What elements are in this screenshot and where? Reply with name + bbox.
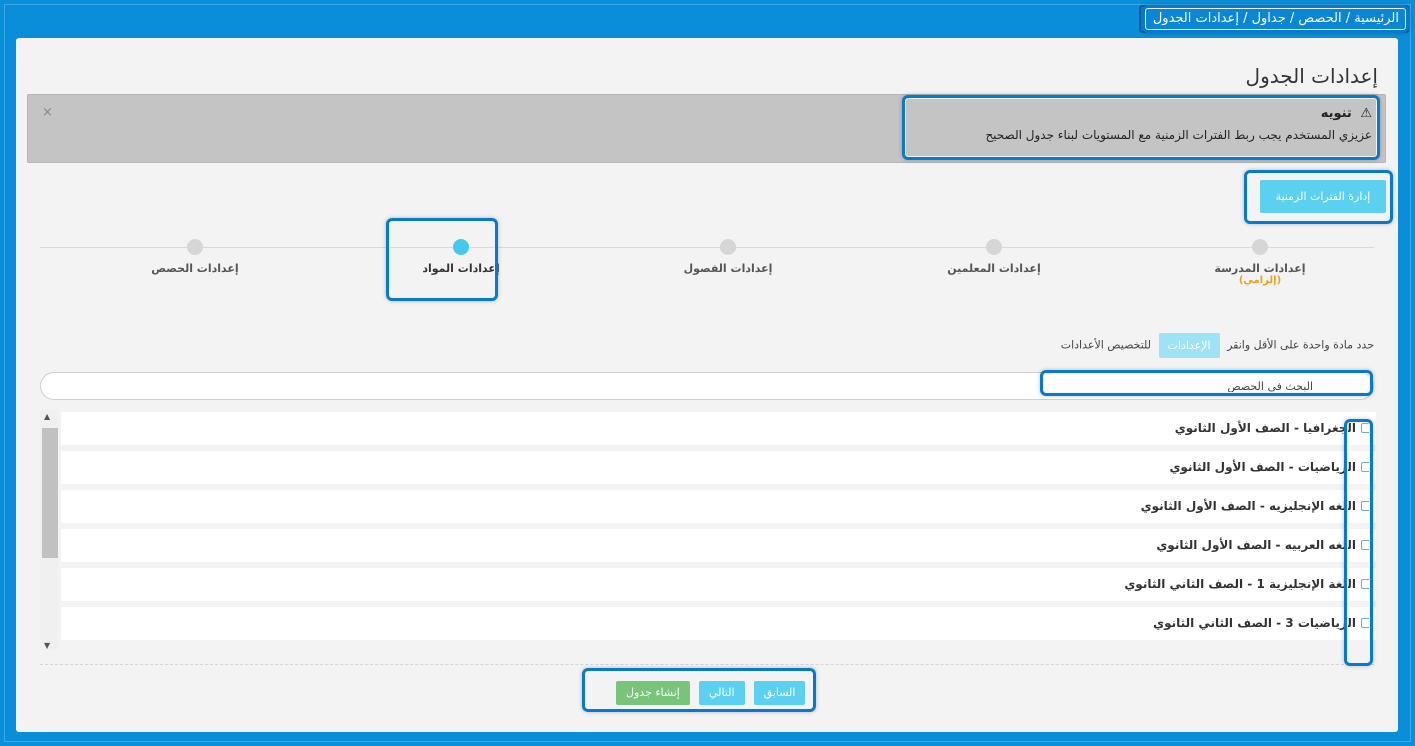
hint-after: للتخصيص الأعدادات [1060, 338, 1152, 352]
scrollbar[interactable]: ▲ ▼ [40, 410, 58, 650]
step-dot [1252, 239, 1268, 255]
subject-label: الجغرافيا - الصف الأول الثانوي [1174, 421, 1356, 435]
list-item[interactable]: اللغه الإنجليزيه - الصف الأول الثانوي [61, 490, 1376, 523]
instruction-hint: حدد مادة واحدة على الأقل وانقر الإعدادات… [1061, 333, 1374, 358]
highlight-wizard-buttons [582, 668, 816, 712]
subject-label: اللغه الإنجليزيه - الصف الأول الثانوي [1140, 499, 1356, 513]
list-item[interactable]: الجغرافيا - الصف الأول الثانوي [61, 412, 1376, 445]
hint-before: حدد مادة واحدة على الأقل وانقر [1227, 338, 1374, 352]
highlight-checkboxes [1344, 419, 1373, 666]
close-icon[interactable]: × [42, 105, 53, 120]
step-dot [187, 239, 203, 255]
highlight-alert [902, 95, 1380, 160]
step-teachers-settings[interactable]: إعدادات المعلمين [914, 239, 1074, 275]
arrow-down-icon[interactable]: ▼ [44, 641, 50, 650]
highlight-periods-button [1244, 170, 1393, 224]
settings-button[interactable]: الإعدادات [1158, 333, 1220, 358]
highlight-search [1040, 370, 1373, 396]
highlight-subjects-step [386, 218, 498, 301]
step-label: إعدادات المعلمين [947, 262, 1041, 275]
step-label: إعدادات المدرسة [1214, 262, 1306, 275]
step-label: إعدادات الفصول [683, 262, 773, 275]
subject-label: الرياضيات 3 - الصف الثاني الثانوي [1153, 616, 1356, 630]
highlight-breadcrumb [1142, 5, 1409, 33]
page-title: إعدادات الجدول [1245, 64, 1378, 88]
subject-label: اللغة الإنجليزية 1 - الصف الثاني الثانوي [1124, 577, 1356, 591]
arrow-up-icon[interactable]: ▲ [44, 412, 50, 421]
step-periods-settings[interactable]: إعدادات الحصص [115, 239, 275, 275]
list-item[interactable]: اللغة الإنجليزية 1 - الصف الثاني الثانوي [61, 568, 1376, 601]
subject-label: اللغه العربيه - الصف الأول الثانوي [1156, 538, 1356, 552]
list-item[interactable]: اللغه العربيه - الصف الأول الثانوي [61, 529, 1376, 562]
step-classes-settings[interactable]: إعدادات الفصول [648, 239, 808, 275]
scrollbar-thumb[interactable] [42, 428, 58, 558]
bottom-divider [40, 664, 1374, 665]
step-required-note: (إلزامي) [1238, 275, 1282, 286]
subjects-list: ▲ ▼ الجغرافيا - الصف الأول الثانوي الريا… [40, 410, 1376, 656]
step-label: إعدادات الحصص [151, 262, 239, 275]
step-school-settings[interactable]: إعدادات المدرسة (إلزامي) [1180, 239, 1340, 286]
list-item[interactable]: الرياضيات 3 - الصف الثاني الثانوي [61, 607, 1376, 640]
step-dot [986, 239, 1002, 255]
list-item[interactable]: الرياضيات - الصف الأول الثانوي [61, 451, 1376, 484]
subject-label: الرياضيات - الصف الأول الثانوي [1169, 460, 1356, 474]
step-dot [720, 239, 736, 255]
subject-items: الجغرافيا - الصف الأول الثانوي الرياضيات… [61, 412, 1376, 646]
